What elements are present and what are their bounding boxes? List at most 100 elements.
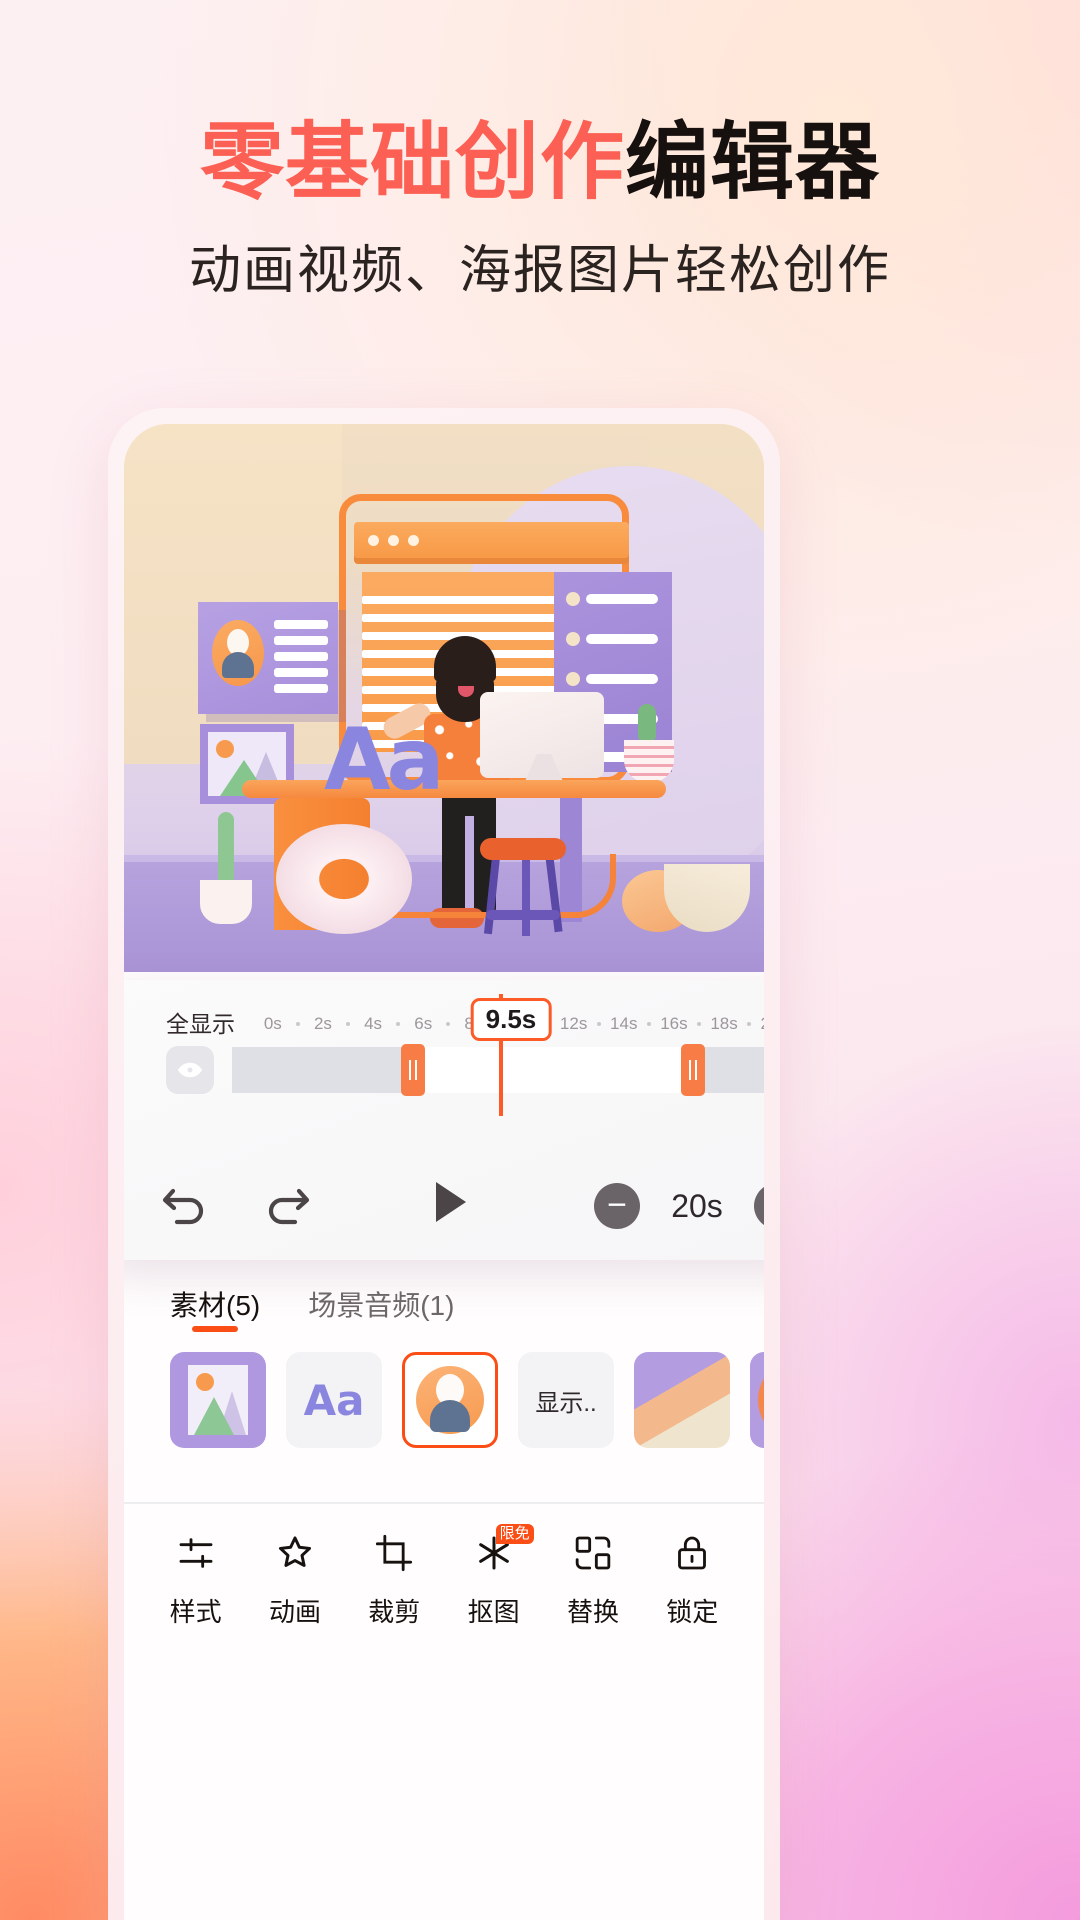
illustration-card-line (274, 620, 328, 629)
ruler-minor-tick (446, 1022, 451, 1026)
avatar-icon (416, 1366, 484, 1434)
illustration-list-line (586, 634, 658, 644)
illustration-card-line (274, 684, 328, 693)
tab-1[interactable]: 场景音频(1) (308, 1284, 454, 1332)
window-dot (388, 535, 399, 546)
picture-icon (170, 1352, 266, 1448)
ruler-tick: 6s (414, 1014, 433, 1033)
free-trial-badge: 限免 (495, 1523, 534, 1544)
toolbar-item-5[interactable]: 锁定 (646, 1528, 738, 1629)
ruler-minor-tick (646, 1022, 651, 1026)
ruler-tick: 14s (610, 1014, 638, 1033)
illustration-list-line (586, 674, 658, 684)
illustration-card-line (274, 668, 328, 677)
toolbar-item-label: 抠图 (467, 1596, 520, 1627)
illustration-aa-letters: Aa (324, 710, 445, 810)
track-segment-left[interactable] (232, 1047, 414, 1093)
toolbar-item-label: 动画 (268, 1596, 321, 1627)
toolbar-item-label: 替换 (566, 1596, 619, 1627)
illustration-list-bullet (566, 632, 580, 646)
illustration-plant-pot (200, 880, 252, 924)
toolbar-item-2[interactable]: 裁剪 (348, 1528, 440, 1629)
text-icon: Aa (303, 1375, 365, 1425)
illustration-list-bullet (566, 592, 580, 606)
illustration-card-line (274, 636, 328, 645)
timeline-panel: 全显示 0s2s4s6s8s12s14s16s18s20s9.5s (124, 980, 764, 1260)
ruler-minor-tick (396, 1022, 401, 1026)
illustration-text-line (362, 596, 560, 604)
trim-handle-right[interactable] (681, 1044, 706, 1096)
illustration-plant-stem (218, 812, 234, 886)
ruler-minor-tick (696, 1022, 701, 1026)
editing-toolbar: 样式 动画 裁剪 限免 抠图 替换 锁定 (124, 1502, 764, 1652)
phone-screen: Aa 全显示 0s2s4s6s8s12s14s16s18s20s9.5s (124, 424, 764, 1920)
page-title: 零基础创作编辑器 (0, 118, 1080, 206)
minus-icon[interactable]: − (594, 1183, 640, 1229)
replace-icon (573, 1528, 613, 1578)
page-title-highlight: 零基础创作 (199, 113, 625, 211)
toolbar-item-label: 锁定 (666, 1596, 719, 1627)
donut-preview (750, 1352, 764, 1448)
ruler-minor-tick (346, 1022, 350, 1026)
shape-thumb[interactable] (634, 1352, 730, 1448)
ruler-minor-tick (596, 1022, 601, 1026)
donut-thumb[interactable] (750, 1352, 764, 1448)
window-dot (408, 535, 419, 546)
ruler-tick: 12s (559, 1014, 588, 1033)
shape-preview (634, 1352, 730, 1448)
tab-0[interactable]: 素材(5) (170, 1284, 260, 1332)
ruler-tick: 18s (710, 1014, 738, 1033)
material-tabs: 素材(5) 场景音频(1) (124, 1276, 764, 1340)
page-title-rest: 编辑器 (625, 113, 881, 211)
timeline-track-row (166, 1044, 764, 1096)
illustration-stool-seat (480, 838, 566, 860)
toolbar-item-1[interactable]: 动画 (249, 1528, 341, 1629)
toolbar-item-0[interactable]: 样式 (150, 1528, 242, 1629)
ruler-tick: 4s (364, 1014, 383, 1033)
ruler-tick: 16s (660, 1014, 688, 1033)
plus-icon[interactable]: + (754, 1183, 764, 1229)
toolbar-item-4[interactable]: 替换 (547, 1528, 639, 1629)
ruler-minor-tick (295, 1022, 300, 1026)
window-dot (368, 535, 379, 546)
text-thumb[interactable]: Aa (286, 1352, 382, 1448)
promo-heading-block: 零基础创作编辑器 动画视频、海报图片轻松创作 (0, 118, 1080, 303)
illustration-card-line (274, 652, 328, 661)
lock-icon (672, 1528, 712, 1578)
editor-canvas-preview[interactable]: Aa (124, 424, 764, 972)
illustration-browser-titlebar (354, 522, 629, 558)
eye-icon[interactable] (166, 1046, 214, 1094)
duration-value: 20s (671, 1187, 723, 1224)
playhead-time-badge[interactable]: 9.5s (470, 998, 552, 1041)
avatar-thumb[interactable] (402, 1352, 498, 1448)
toolbar-item-label: 样式 (169, 1596, 222, 1627)
play-icon[interactable] (430, 1179, 470, 1233)
ruler-tick: 0s (263, 1014, 282, 1033)
show-thumb[interactable]: 显示.. (518, 1352, 614, 1448)
trim-handle-left[interactable] (401, 1044, 426, 1096)
ruler-tick: 20s (760, 1014, 764, 1034)
timeline-ruler-row: 全显示 0s2s4s6s8s12s14s16s18s20s9.5s (166, 998, 764, 1041)
display-mode-label[interactable]: 全显示 (166, 1005, 235, 1039)
illustration-desk (242, 780, 666, 798)
illustration-list-line (586, 594, 658, 604)
toolbar-item-3[interactable]: 限免抠图 (448, 1523, 540, 1629)
phone-mockup: Aa 全显示 0s2s4s6s8s12s14s16s18s20s9.5s (108, 408, 780, 1920)
timeline-ruler[interactable]: 0s2s4s6s8s12s14s16s18s20s9.5s (251, 998, 764, 1041)
undo-icon[interactable] (160, 1179, 212, 1233)
material-thumbnail-list: Aa 显示.. (170, 1352, 764, 1460)
redo-icon[interactable] (260, 1179, 312, 1233)
sliders-icon (176, 1528, 216, 1578)
illustration-donut (276, 824, 412, 934)
illustration-text-line (362, 614, 560, 622)
ruler-minor-tick (747, 1022, 752, 1026)
image-thumb[interactable] (170, 1352, 266, 1448)
illustration-sun (216, 740, 234, 758)
illustration-stool-ring (486, 910, 560, 920)
duration-stepper: − 20s + (594, 1183, 764, 1229)
thumb-label: 显示.. (535, 1389, 597, 1417)
ruler-tick: 2s (313, 1014, 332, 1033)
crop-icon (374, 1528, 414, 1578)
page-subtitle: 动画视频、海报图片轻松创作 (188, 242, 891, 301)
illustration-list-bullet (566, 672, 580, 686)
